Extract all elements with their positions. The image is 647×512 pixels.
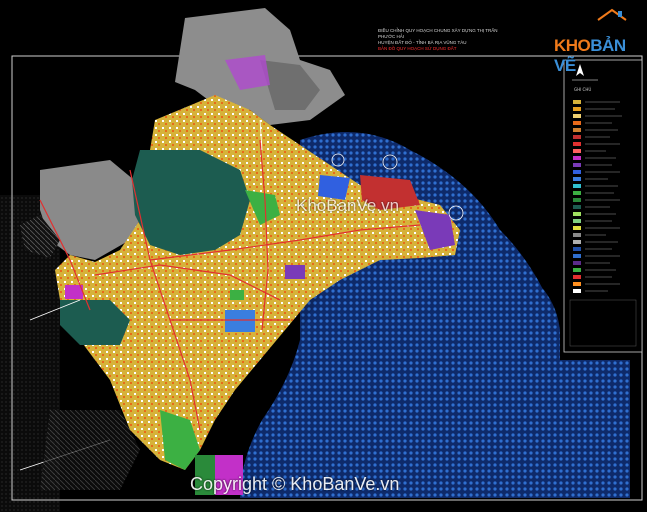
logo-text: KHOBẢN VẼ bbox=[554, 36, 640, 76]
logo-part1: KHO bbox=[554, 36, 591, 55]
title-line3: BẢN ĐỒ QUY HOẠCH SỬ DỤNG ĐẤT bbox=[378, 46, 457, 51]
watermark-center: KhoBanVe.vn bbox=[296, 196, 400, 215]
green-block bbox=[230, 290, 244, 300]
map-canvas: KHOBẢN VẼ ĐIỀU CHỈNH QUY HOẠCH CHUNG XÂY… bbox=[0, 0, 647, 512]
purple-zone-2 bbox=[285, 265, 305, 279]
title-line1: ĐIỀU CHỈNH QUY HOẠCH CHUNG XÂY DỰNG THỊ … bbox=[378, 28, 498, 39]
planning-map bbox=[0, 8, 643, 512]
southwest-hatch bbox=[40, 410, 140, 490]
map-title: ĐIỀU CHỈNH QUY HOẠCH CHUNG XÂY DỰNG THỊ … bbox=[378, 28, 508, 52]
khobanve-logo: KHOBẢN VẼ bbox=[548, 14, 640, 75]
blue-zone-2 bbox=[225, 310, 255, 332]
watermark-bottom: Copyright © KhoBanVe.vn bbox=[190, 474, 400, 494]
legend-title: GHI CHÚ bbox=[574, 87, 592, 92]
